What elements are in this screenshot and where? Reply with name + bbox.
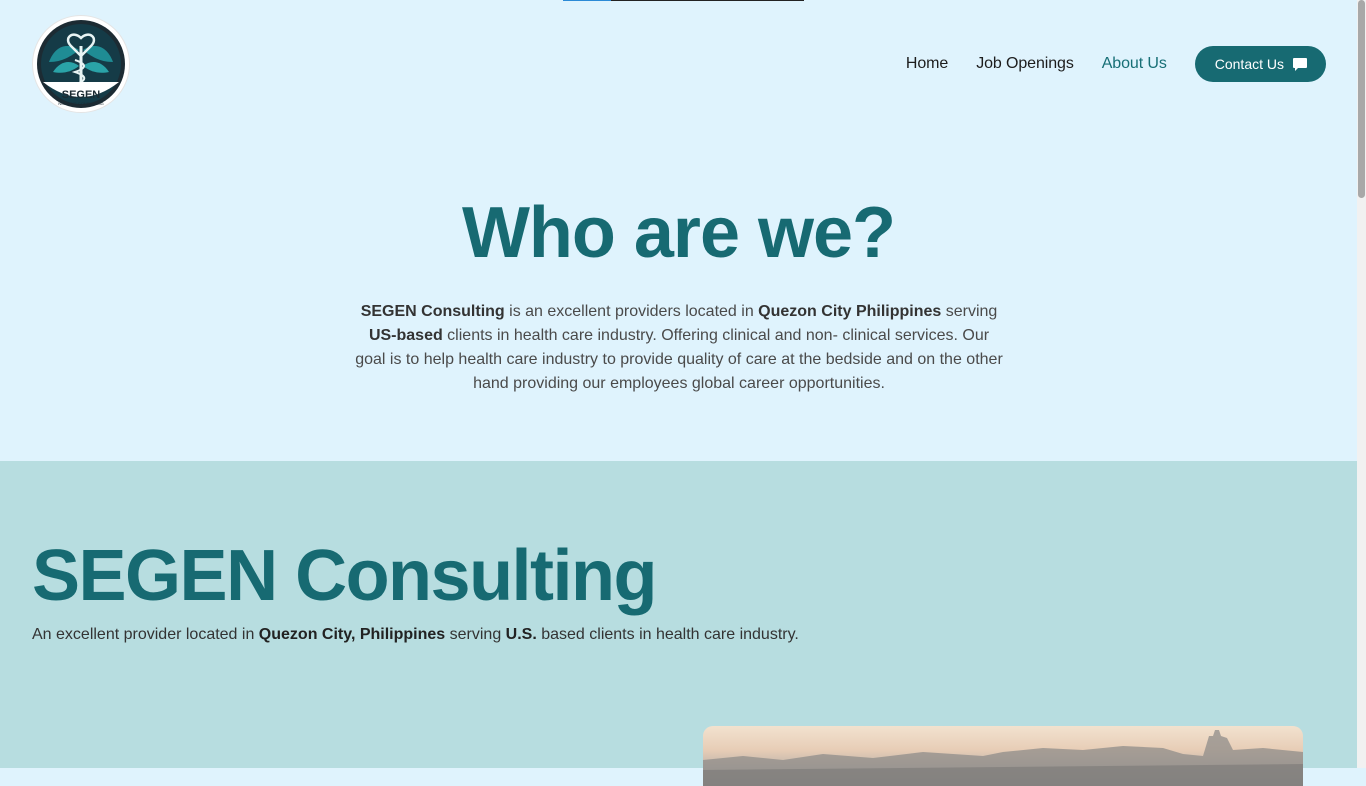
scrollbar-thumb[interactable] <box>1358 0 1365 198</box>
hero-description: SEGEN Consulting is an excellent provide… <box>355 303 1003 392</box>
hero-title: Who are we? <box>461 193 896 273</box>
chat-bubble-icon <box>1293 58 1307 71</box>
caduceus-logo-icon: SEGEN NURSING CONSULTING <box>37 20 125 108</box>
nav-job-openings[interactable]: Job Openings <box>976 55 1074 73</box>
reading-progress-bar <box>563 0 804 1</box>
about-title: SEGEN Consulting <box>32 536 658 616</box>
contact-us-button[interactable]: Contact Us <box>1194 46 1326 82</box>
logo-subtitle: NURSING CONSULTING <box>58 101 103 106</box>
about-section: SEGEN Consulting An excellent provider l… <box>0 461 1357 786</box>
contact-us-label: Contact Us <box>1214 56 1284 72</box>
site-logo[interactable]: SEGEN NURSING CONSULTING <box>33 16 129 112</box>
page-scrollbar[interactable] <box>1357 0 1366 768</box>
nav-home[interactable]: Home <box>906 55 948 73</box>
nav-about-us[interactable]: About Us <box>1102 55 1167 73</box>
reading-progress-fill <box>563 0 612 1</box>
main-nav: Home Job Openings About Us Contact Us <box>906 46 1326 82</box>
logo-title: SEGEN <box>62 89 101 101</box>
about-description: An excellent provider located in Quezon … <box>32 626 799 643</box>
city-skyline-image <box>703 726 1303 786</box>
skyline-silhouette <box>703 730 1303 786</box>
